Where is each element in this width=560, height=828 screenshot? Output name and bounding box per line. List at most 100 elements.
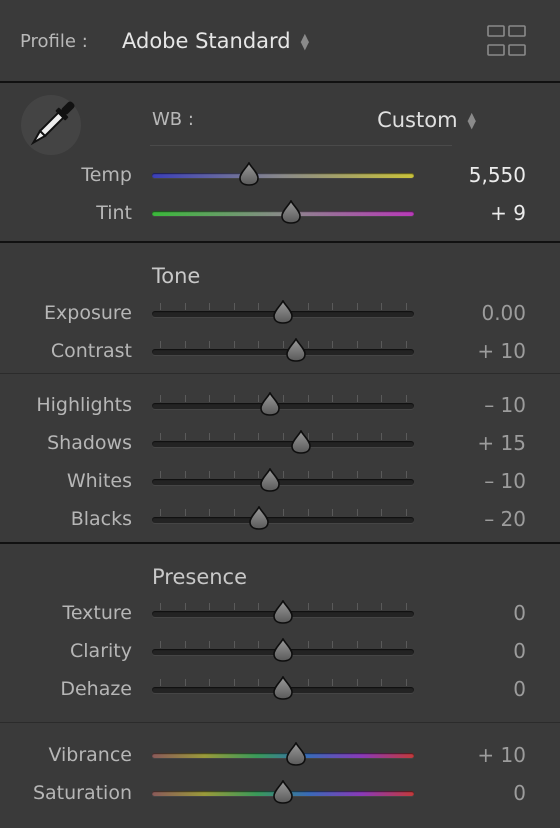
clarity-tick [233,641,235,648]
blacks-tick [160,509,161,516]
texture-tick [406,603,407,610]
exposure-tick [160,303,161,310]
clarity-tick [184,641,186,648]
whites-tick [233,471,235,478]
profile-label: Profile : [20,31,88,52]
eyedropper-icon[interactable] [18,92,84,158]
exposure-tick [209,303,211,310]
exposure-value[interactable]: 0.00 [481,301,526,325]
shadows-tick [283,433,284,440]
blacks-tick [184,509,186,516]
dehaze-tick [233,679,235,686]
whites-tick [283,471,284,478]
contrast-tick [381,341,383,348]
blacks-tick [283,509,284,516]
clarity-label: Clarity [70,640,132,662]
shadows-slider-thumb[interactable] [291,429,312,454]
contrast-tick [283,341,284,348]
tint-slider-thumb[interactable] [281,199,301,224]
vibrance-slider-track[interactable] [152,753,414,758]
shadows-tick [184,433,186,440]
texture-value[interactable]: 0 [513,601,526,625]
whites-tick [307,471,309,478]
tint-value[interactable]: + 9 [490,201,526,225]
clarity-value[interactable]: 0 [513,639,526,663]
saturation-slider-thumb[interactable] [273,779,293,804]
wb-select[interactable]: Custom ▲ ▼ [377,108,476,132]
shadows-value[interactable]: + 15 [477,431,526,455]
highlights-value[interactable]: – 10 [484,393,526,417]
clarity-tick [356,641,358,648]
blacks-tick [332,509,334,516]
shadows-tick [209,433,211,440]
tone-section-title: Tone [152,264,201,288]
dehaze-tick [406,679,407,686]
texture-tick [356,603,358,610]
whites-tick [184,471,186,478]
exposure-tick [233,303,235,310]
highlights-tick [160,395,161,402]
blacks-value[interactable]: – 20 [484,507,526,531]
whites-tick [209,471,211,478]
contrast-tick [209,341,211,348]
highlights-slider-track[interactable] [152,403,414,409]
profile-select[interactable]: Adobe Standard ▲ ▼ [122,29,309,53]
whites-value[interactable]: – 10 [484,469,526,493]
saturation-value[interactable]: 0 [513,781,526,805]
contrast-tick [258,341,260,348]
dehaze-slider-thumb[interactable] [273,675,293,700]
tint-label: Tint [96,202,132,224]
contrast-slider-track[interactable] [152,349,414,355]
dehaze-tick [184,679,186,686]
clarity-slider-thumb[interactable] [273,637,293,662]
clarity-tick [332,641,334,648]
temp-slider-track[interactable] [152,173,414,178]
dehaze-tick [160,679,161,686]
texture-label: Texture [62,602,132,624]
presence-section-title: Presence [152,565,248,589]
texture-tick [184,603,186,610]
clarity-tick [258,641,260,648]
clarity-tick [209,641,211,648]
exposure-slider-thumb[interactable] [273,299,293,324]
temp-value[interactable]: 5,550 [469,163,526,187]
shadows-tick [381,433,383,440]
texture-tick [258,603,260,610]
blacks-tick [356,509,358,516]
vibrance-value[interactable]: + 10 [477,743,526,767]
blacks-slider-track[interactable] [152,517,414,523]
dehaze-tick [258,679,260,686]
whites-tick [356,471,358,478]
wb-value: Custom [377,108,458,132]
temp-slider-thumb[interactable] [239,161,259,186]
texture-tick [332,603,334,610]
grid-icon[interactable] [487,25,527,57]
whites-tick [332,471,334,478]
contrast-slider-thumb[interactable] [286,337,306,362]
select-arrows-icon: ▲ ▼ [300,31,310,52]
texture-tick [160,603,161,610]
exposure-tick [381,303,383,310]
whites-label: Whites [66,470,132,492]
dehaze-value[interactable]: 0 [513,677,526,701]
exposure-tick [258,303,260,310]
contrast-label: Contrast [50,340,132,362]
whites-slider-track[interactable] [152,479,414,485]
contrast-tick [356,341,358,348]
vibrance-slider-thumb[interactable] [286,741,306,766]
contrast-value[interactable]: + 10 [477,339,526,363]
dehaze-label: Dehaze [60,678,132,700]
texture-tick [381,603,383,610]
highlights-slider-thumb[interactable] [260,391,280,416]
blacks-slider-thumb[interactable] [249,505,270,530]
shadows-slider-track[interactable] [152,441,414,447]
highlights-tick [406,395,407,402]
whites-slider-thumb[interactable] [260,467,280,492]
texture-slider-thumb[interactable] [273,599,293,624]
exposure-tick [332,303,334,310]
highlights-tick [381,395,383,402]
blacks-tick [381,509,383,516]
shadows-label: Shadows [47,432,132,454]
contrast-tick [406,341,407,348]
temp-label: Temp [81,164,132,186]
